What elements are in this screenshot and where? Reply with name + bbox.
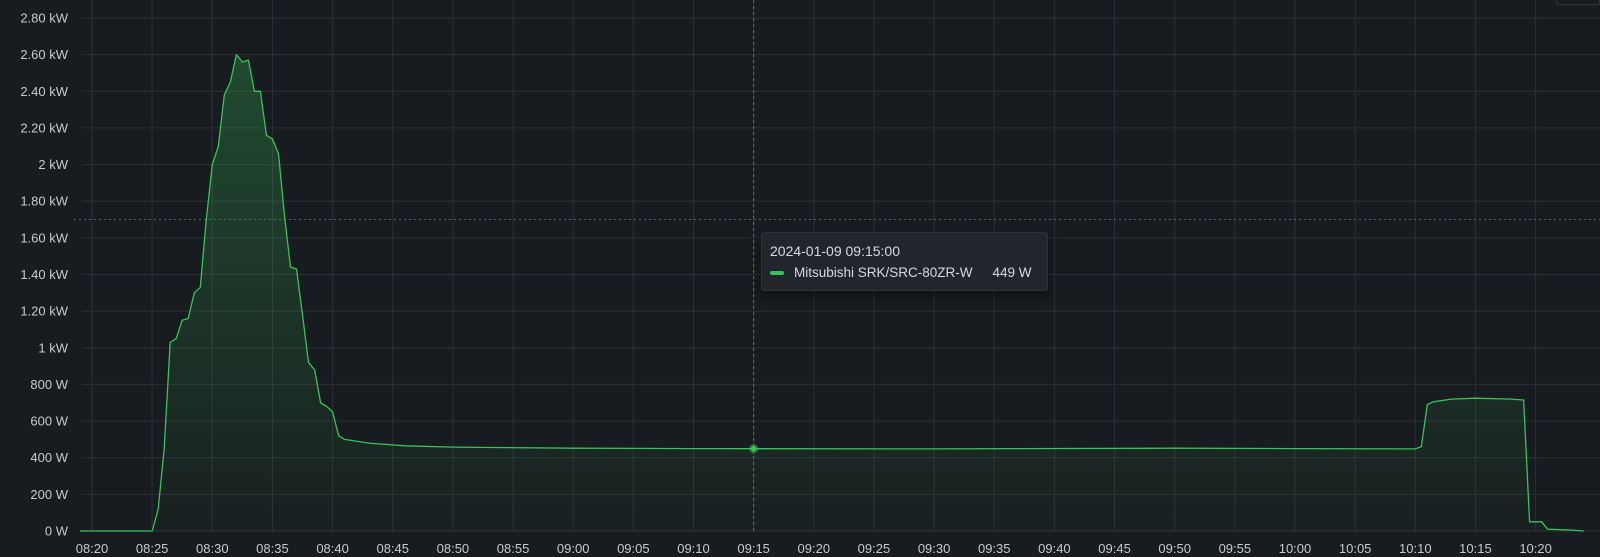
- tooltip-series-value: 449 W: [992, 265, 1032, 280]
- y-tick-label: 200 W: [30, 487, 68, 502]
- x-tick-label: 10:05: [1339, 541, 1372, 556]
- time-series-panel: 0 W 200 W 400 W 600 W 800 W 1 kW 1.20 kW 1.40 k…: [0, 0, 1600, 557]
- y-tick-label: 400 W: [30, 450, 68, 465]
- series-area: [80, 54, 1584, 531]
- x-tick-label: 08:20: [76, 541, 109, 556]
- x-tick-label: 09:15: [737, 541, 770, 556]
- tooltip-series-name: Mitsubishi SRK/SRC-80ZR-W: [794, 265, 973, 280]
- x-tick-label: 08:40: [316, 541, 349, 556]
- hover-point: [750, 445, 757, 452]
- x-tick-label: 08:55: [497, 541, 530, 556]
- y-tick-label: 0 W: [45, 524, 69, 539]
- x-tick-label: 08:25: [136, 541, 169, 556]
- y-tick-label: 1.80 kW: [20, 194, 68, 209]
- y-tick-label: 2.40 kW: [20, 84, 68, 99]
- y-tick-label: 1.40 kW: [20, 267, 68, 282]
- x-tick-label: 09:05: [617, 541, 650, 556]
- x-tick-label: 09:25: [858, 541, 891, 556]
- y-tick-label: 1.60 kW: [20, 230, 68, 245]
- y-tick-label: 600 W: [30, 414, 68, 429]
- x-tick-label: 08:35: [256, 541, 289, 556]
- x-tick-label: 08:30: [196, 541, 229, 556]
- y-tick-label: 1.20 kW: [20, 304, 68, 319]
- x-tick-label: 10:15: [1459, 541, 1492, 556]
- y-tick-label: 800 W: [30, 377, 68, 392]
- x-tick-label: 09:40: [1038, 541, 1071, 556]
- x-tick-label: 09:20: [798, 541, 831, 556]
- y-tick-label: 2.20 kW: [20, 120, 68, 135]
- x-tick-label: 09:35: [978, 541, 1011, 556]
- x-tick-label: 09:30: [918, 541, 951, 556]
- y-tick-label: 2 kW: [38, 157, 68, 172]
- hover-tooltip: 2024-01-09 09:15:00 Mitsubishi SRK/SRC-8…: [761, 232, 1048, 291]
- x-tick-label: 09:45: [1098, 541, 1131, 556]
- x-tick-label: 10:10: [1399, 541, 1432, 556]
- x-tick-label: 08:50: [437, 541, 470, 556]
- y-tick-label: 2.60 kW: [20, 47, 68, 62]
- series-color-swatch-icon: [770, 270, 784, 275]
- tooltip-timestamp: 2024-01-09 09:15:00: [770, 243, 900, 259]
- panel-menu-handle[interactable]: [1556, 0, 1600, 5]
- x-tick-label: 10:20: [1519, 541, 1552, 556]
- x-tick-label: 09:10: [677, 541, 710, 556]
- x-tick-label: 09:00: [557, 541, 590, 556]
- y-tick-label: 2.80 kW: [20, 11, 68, 26]
- x-tick-label: 08:45: [376, 541, 409, 556]
- y-tick-label: 1 kW: [38, 340, 68, 355]
- x-tick-label: 09:50: [1158, 541, 1191, 556]
- x-tick-label: 10:00: [1279, 541, 1312, 556]
- tooltip-series-row: Mitsubishi SRK/SRC-80ZR-W 449 W: [770, 265, 1039, 280]
- x-tick-label: 09:55: [1219, 541, 1252, 556]
